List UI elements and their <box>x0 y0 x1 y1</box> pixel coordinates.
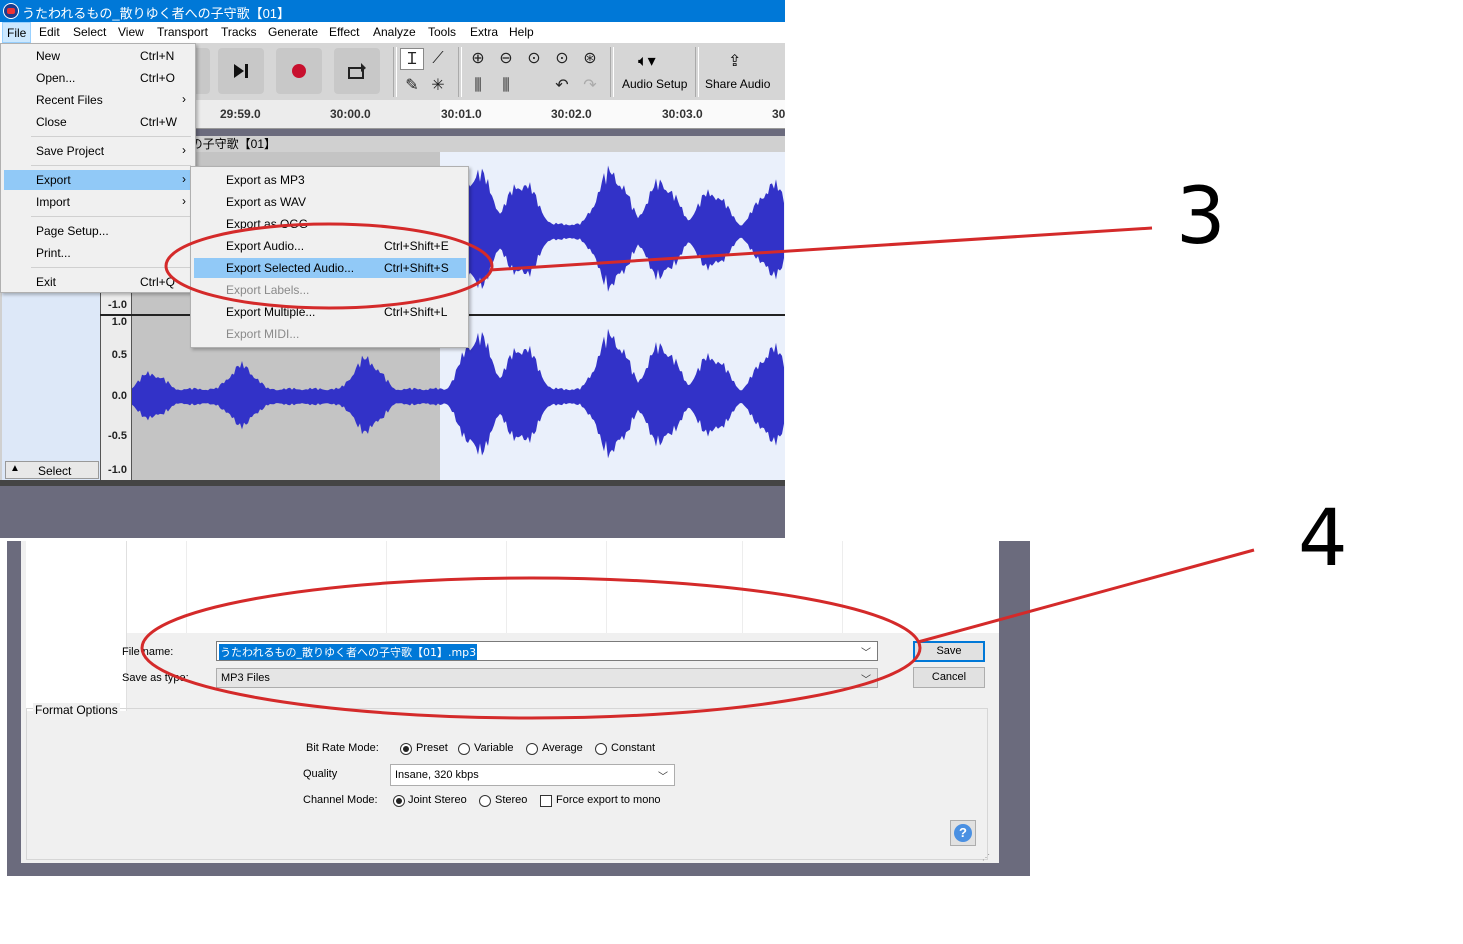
annotation-step-3: 3 <box>1176 172 1226 262</box>
annotation-line-4 <box>917 548 1255 644</box>
annotation-overlay <box>140 222 1255 720</box>
annotation-step-4: 4 <box>1298 494 1348 584</box>
annotation-ellipse-3 <box>164 222 494 310</box>
annotation-ellipse-4 <box>140 576 922 720</box>
annotation-line-3 <box>489 226 1153 272</box>
